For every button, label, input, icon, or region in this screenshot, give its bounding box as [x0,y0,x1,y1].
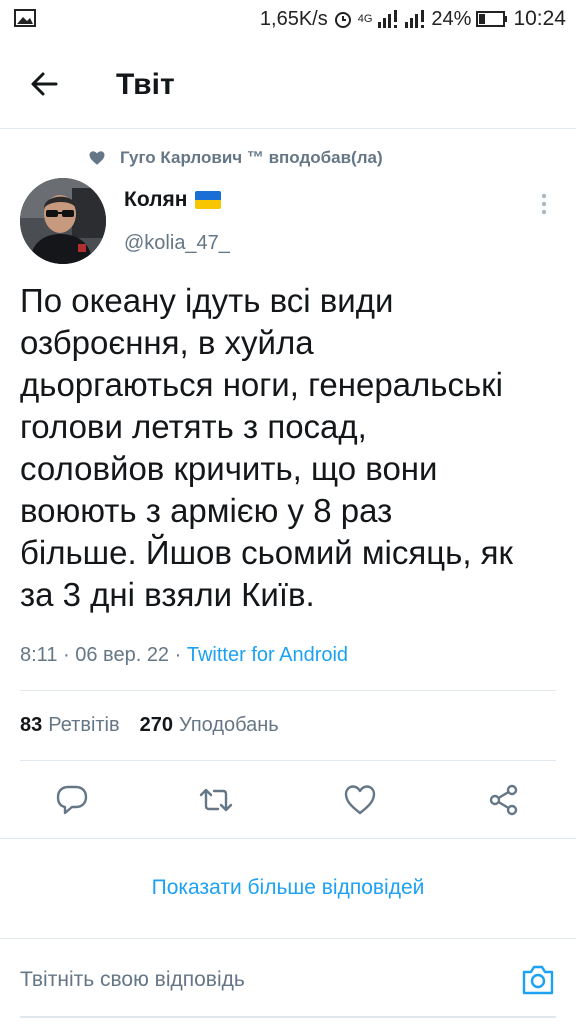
heart-filled-icon [89,151,105,165]
alarm-icon [334,12,351,28]
battery-percent: 24% [431,7,472,30]
page-title: Твіт [116,68,175,101]
signal-icon-2 [405,10,425,28]
clock: 10:24 [513,7,566,30]
author-handle[interactable]: @kolia_47_ [124,232,230,255]
heart-outline-icon[interactable] [342,782,378,818]
battery-icon [476,11,508,27]
arrow-left-icon[interactable] [26,66,62,102]
liked-by-text: Гуго Карлович ™ вподобав(ла) [120,148,383,167]
tweet-text: По океану ідуть всі види озброєння, в ху… [20,282,513,613]
avatar[interactable] [20,178,106,264]
author-name-row[interactable]: Колян [124,188,222,212]
retweet-icon[interactable] [198,782,234,818]
social-context[interactable]: Гуго Карлович ™ вподобав(ла) [88,146,383,170]
section-divider [0,938,576,939]
tweet-meta: 8:11 · 06 вер. 22 · Twitter for Android [20,644,348,667]
meta-separator: · [63,644,70,666]
signal-icon [378,10,398,28]
author-name: Колян [124,188,188,211]
share-icon[interactable] [486,782,522,818]
likes-count: 270 [139,714,174,736]
more-vertical-icon[interactable] [532,190,556,218]
meta-separator-2: · [174,644,182,666]
tweet-time: 8:11 [20,644,58,666]
reply-underline [20,1016,556,1018]
retweets-stat[interactable]: 83 Ретвітів [20,714,120,737]
likes-stat[interactable]: 270 Уподобань [140,714,279,737]
divider [20,760,556,761]
app-bar: Твіт [0,38,576,129]
retweets-count: 83 [20,714,43,736]
tweet-date: 06 вер. 22 [75,644,170,666]
network-speed: 1,65K/s [259,7,328,30]
likes-label: Уподобань [179,714,279,736]
camera-icon[interactable] [520,962,556,998]
reply-icon[interactable] [54,782,90,818]
ukraine-flag-icon [195,191,222,209]
retweets-label: Ретвітів [48,714,120,736]
reply-input[interactable]: Твітніть свою відповідь [20,968,510,992]
tweet-stats: 83 Ретвітів 270 Уподобань [20,714,279,737]
divider [20,690,556,691]
status-bar: 1,65K/s 4G 24% 10:24 [0,0,576,38]
gallery-notification-icon [14,9,36,27]
section-divider [0,838,576,839]
tweet-actions [0,782,576,822]
tweet-source[interactable]: Twitter for Android [187,644,348,666]
network-type: 4G [357,13,373,25]
show-more-replies-link[interactable]: Показати більше відповідей [0,876,576,900]
